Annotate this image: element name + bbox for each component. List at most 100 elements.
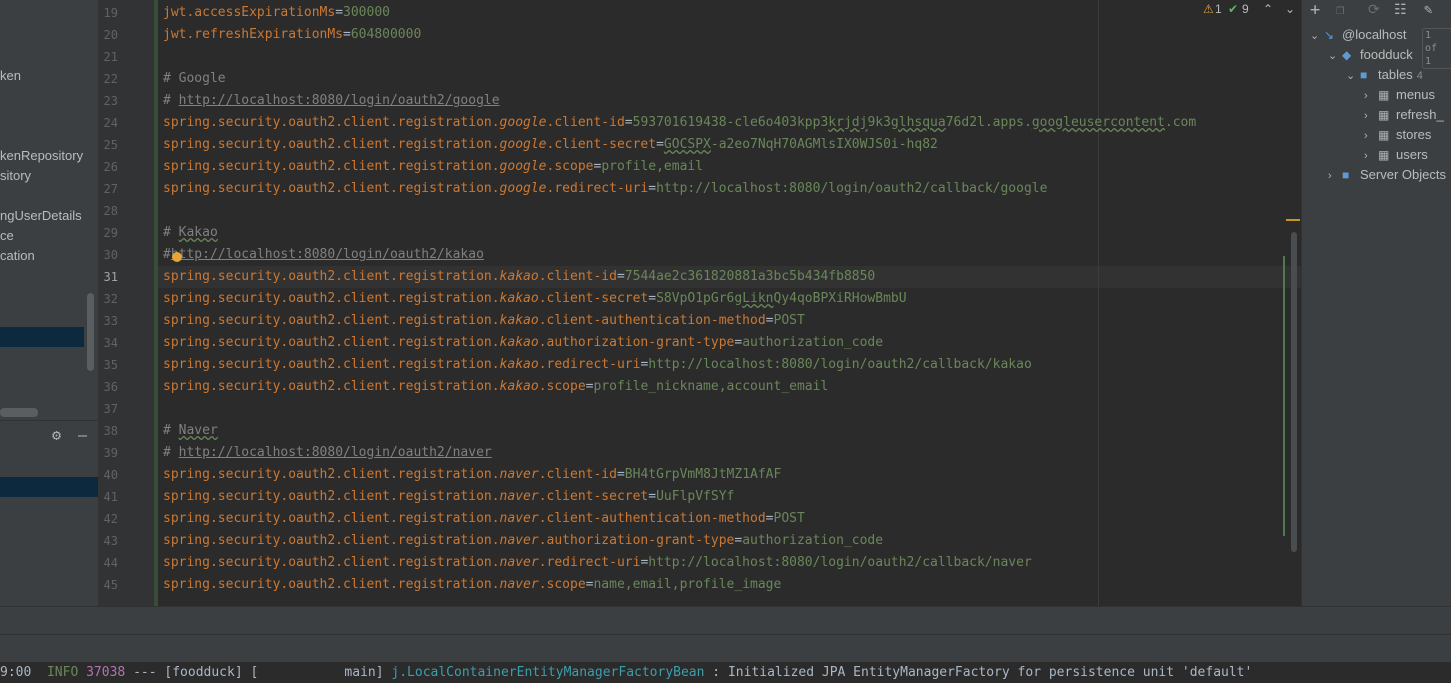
line-number[interactable]: 22	[98, 68, 118, 90]
table-icon: ▦	[1378, 128, 1390, 142]
line-number[interactable]: 44	[98, 552, 118, 574]
code-line-35[interactable]: spring.security.oauth2.client.registrati…	[163, 354, 1032, 376]
chevron-right-icon[interactable]: ›	[1364, 86, 1378, 106]
chevron-down-icon[interactable]: ⌄	[1346, 66, 1360, 86]
code-line-30[interactable]: #http://localhost:8080/login/oauth2/kaka…	[163, 244, 484, 266]
project-tree-item[interactable]: cation	[0, 246, 35, 266]
code-line-25[interactable]: spring.security.oauth2.client.registrati…	[163, 134, 938, 156]
editor-vertical-scrollbar[interactable]	[1291, 232, 1297, 552]
code-line-41[interactable]: spring.security.oauth2.client.registrati…	[163, 486, 734, 508]
code-line-22[interactable]: # Google	[163, 68, 226, 90]
add-icon[interactable]: +	[1310, 0, 1320, 20]
project-tree-item[interactable]: sitory	[0, 166, 31, 186]
project-selected-row[interactable]	[0, 327, 84, 347]
project-horizontal-scrollbar[interactable]	[0, 408, 38, 417]
chevron-down-icon[interactable]: ⌄	[1328, 46, 1342, 66]
line-number[interactable]: 30	[98, 244, 118, 266]
chevron-down-icon[interactable]: ⌄	[1285, 2, 1295, 16]
chevron-right-icon[interactable]: ›	[1364, 146, 1378, 166]
log-separator: ---	[133, 665, 157, 680]
folder-icon: ■	[1342, 168, 1350, 182]
code-line-45[interactable]: spring.security.oauth2.client.registrati…	[163, 574, 781, 596]
code-line-29[interactable]: # Kakao	[163, 222, 218, 244]
code-line-38[interactable]: # Naver	[163, 420, 218, 442]
inspection-widget[interactable]: ⚠ 1 ✔ 9 ⌃ ⌄	[1203, 0, 1301, 20]
intention-bulb-icon[interactable]	[172, 252, 182, 262]
warning-stripe-marker[interactable]	[1286, 219, 1300, 221]
tree-server-objects[interactable]: › ■ Server Objects	[1328, 165, 1446, 185]
chevron-right-icon[interactable]: ›	[1364, 106, 1378, 126]
structure-toolbar: ⚙ —	[0, 421, 98, 449]
code-editor[interactable]: jwt.accessExpirationMs=300000 jwt.refres…	[158, 0, 1301, 606]
line-number[interactable]: 45	[98, 574, 118, 596]
code-line-33[interactable]: spring.security.oauth2.client.registrati…	[163, 310, 805, 332]
line-number[interactable]: 42	[98, 508, 118, 530]
code-line-20[interactable]: jwt.refreshExpirationMs=604800000	[163, 24, 421, 46]
line-number[interactable]: 31	[98, 266, 118, 288]
line-number[interactable]: 19	[98, 2, 118, 24]
line-number[interactable]: 41	[98, 486, 118, 508]
line-number[interactable]: 24	[98, 112, 118, 134]
code-line-24[interactable]: spring.security.oauth2.client.registrati…	[163, 112, 1196, 134]
tree-host[interactable]: ⌄ ↘ @localhost	[1310, 25, 1407, 45]
console-log-line[interactable]: 9:00 INFO 37038 --- [foodduck] [ main] j…	[0, 662, 1451, 683]
code-line-43[interactable]: spring.security.oauth2.client.registrati…	[163, 530, 883, 552]
line-number[interactable]: 32	[98, 288, 118, 310]
tree-tables-folder[interactable]: ⌄ ■ tables 4	[1346, 65, 1423, 85]
code-line-34[interactable]: spring.security.oauth2.client.registrati…	[163, 332, 883, 354]
code-line-31[interactable]: spring.security.oauth2.client.registrati…	[163, 266, 875, 288]
project-tree-item[interactable]: kenRepository	[0, 146, 83, 166]
minus-icon[interactable]: —	[78, 425, 87, 445]
code-line-26[interactable]: spring.security.oauth2.client.registrati…	[163, 156, 703, 178]
refresh-icon[interactable]: ⟳	[1368, 2, 1380, 18]
code-line-36[interactable]: spring.security.oauth2.client.registrati…	[163, 376, 828, 398]
code-line-40[interactable]: spring.security.oauth2.client.registrati…	[163, 464, 781, 486]
chevron-up-icon[interactable]: ⌃	[1263, 2, 1273, 16]
line-number[interactable]: 33	[98, 310, 118, 332]
line-number[interactable]: 26	[98, 156, 118, 178]
copy-icon[interactable]: ❐	[1336, 2, 1344, 18]
line-number[interactable]: 34	[98, 332, 118, 354]
line-number[interactable]: 36	[98, 376, 118, 398]
line-number[interactable]: 20	[98, 24, 118, 46]
code-line-19[interactable]: jwt.accessExpirationMs=300000	[163, 2, 390, 24]
chevron-down-icon[interactable]: ⌄	[1310, 26, 1324, 46]
line-number[interactable]: 39	[98, 442, 118, 464]
line-number[interactable]: 35	[98, 354, 118, 376]
line-number[interactable]: 27	[98, 178, 118, 200]
code-line-44[interactable]: spring.security.oauth2.client.registrati…	[163, 552, 1032, 574]
code-line-42[interactable]: spring.security.oauth2.client.registrati…	[163, 508, 805, 530]
tree-schema[interactable]: ⌄ ◆ foodduck	[1328, 45, 1413, 65]
line-number[interactable]: 38	[98, 420, 118, 442]
line-number[interactable]: 25	[98, 134, 118, 156]
sql-edit-icon[interactable]: ✎	[1424, 2, 1432, 18]
line-number[interactable]: 40	[98, 464, 118, 486]
project-tree-item[interactable]: ce	[0, 226, 14, 246]
project-tree-item[interactable]: ken	[0, 66, 21, 86]
chevron-right-icon[interactable]: ›	[1328, 166, 1342, 186]
line-number-gutter[interactable]: 19 20 21 22 23 24 25 26 27 28 29 30 31 32 33 34 35 36 37 38…	[98, 0, 156, 606]
structure-selected-row[interactable]	[0, 477, 98, 497]
project-vertical-scrollbar[interactable]	[87, 293, 94, 371]
line-number[interactable]: 29	[98, 222, 118, 244]
gear-icon[interactable]: ⚙	[52, 425, 61, 445]
chevron-right-icon[interactable]: ›	[1364, 126, 1378, 146]
line-number[interactable]: 43	[98, 530, 118, 552]
line-number[interactable]: 23	[98, 90, 118, 112]
folder-icon: ■	[1360, 68, 1368, 82]
code-line-39[interactable]: # http://localhost:8080/login/oauth2/nav…	[163, 442, 492, 464]
line-number[interactable]: 21	[98, 46, 118, 68]
code-line-32[interactable]: spring.security.oauth2.client.registrati…	[163, 288, 907, 310]
properties-icon[interactable]: ☷	[1394, 2, 1407, 18]
code-line-23[interactable]: # http://localhost:8080/login/oauth2/goo…	[163, 90, 500, 112]
code-line-27[interactable]: spring.security.oauth2.client.registrati…	[163, 178, 1047, 200]
line-number[interactable]: 28	[98, 200, 118, 222]
tree-table-stores[interactable]: › ▦ stores	[1364, 125, 1431, 145]
log-logger[interactable]: j.LocalContainerEntityManagerFactoryBean	[391, 665, 704, 680]
project-tree-item[interactable]: ngUserDetails	[0, 206, 82, 226]
tree-table-menus[interactable]: › ▦ menus	[1364, 85, 1435, 105]
tree-table-users[interactable]: › ▦ users	[1364, 145, 1428, 165]
line-number[interactable]: 37	[98, 398, 118, 420]
project-panel: ken kenRepository sitory ngUserDetails ce cat…	[0, 0, 98, 606]
tree-table-refresh[interactable]: › ▦ refresh_	[1364, 105, 1444, 125]
